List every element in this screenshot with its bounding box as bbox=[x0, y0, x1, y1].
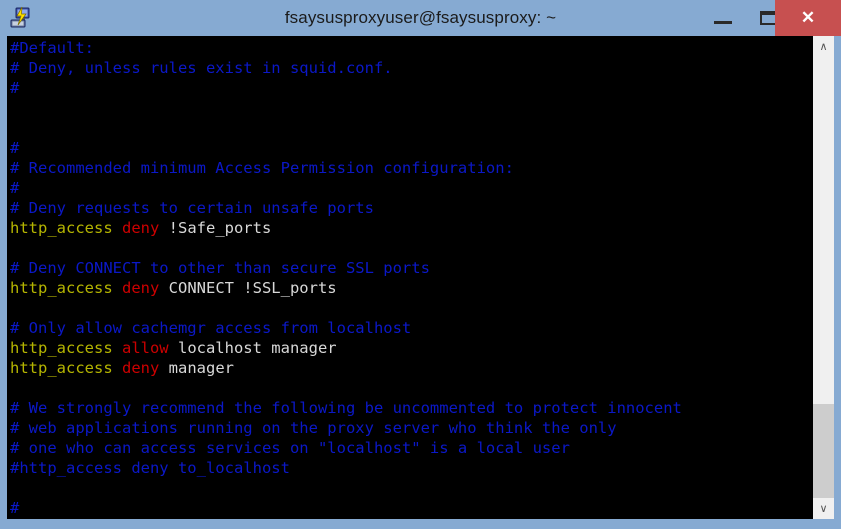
terminal-span: deny bbox=[121, 279, 169, 297]
terminal-span: # one who can access services on "localh… bbox=[10, 439, 570, 457]
terminal-line: # Deny requests to certain unsafe ports bbox=[10, 198, 810, 218]
terminal-span: http_access bbox=[10, 359, 122, 377]
terminal-span: # bbox=[10, 79, 20, 97]
terminal-span: manager bbox=[168, 359, 234, 377]
terminal-line: # web applications running on the proxy … bbox=[10, 418, 810, 438]
terminal-span: # Deny requests to certain unsafe ports bbox=[10, 199, 374, 217]
terminal-span: deny bbox=[121, 219, 169, 237]
terminal-line: # bbox=[10, 498, 810, 518]
terminal-span: # Deny CONNECT to other than secure SSL … bbox=[10, 259, 430, 277]
terminal-span: #Default: bbox=[10, 39, 94, 57]
scrollbar-track[interactable] bbox=[813, 57, 834, 498]
terminal-line: # Recommended minimum Access Permission … bbox=[10, 158, 810, 178]
terminal-line: # bbox=[10, 78, 810, 98]
terminal-window: fsaysusproxyuser@fsaysusproxy: ~ ✕ #Defa… bbox=[0, 0, 841, 529]
terminal-span: #http_access deny to_localhost bbox=[10, 459, 290, 477]
terminal-line: http_access deny manager bbox=[10, 358, 810, 378]
terminal-span: allow bbox=[121, 339, 178, 357]
terminal-span: CONNECT !SSL_ports bbox=[168, 279, 337, 297]
terminal-body: #Default: # Deny, unless rules exist in s… bbox=[7, 36, 834, 519]
scrollbar-thumb[interactable] bbox=[813, 404, 834, 498]
terminal-line: http_access deny CONNECT !SSL_ports bbox=[10, 278, 810, 298]
close-button[interactable]: ✕ bbox=[775, 0, 841, 36]
terminal-line: http_access allow localhost manager bbox=[10, 338, 810, 358]
terminal-line: # We strongly recommend the following be… bbox=[10, 398, 810, 418]
terminal-span: # web applications running on the proxy … bbox=[10, 419, 617, 437]
close-icon: ✕ bbox=[800, 8, 816, 27]
terminal-line: # bbox=[10, 178, 810, 198]
scroll-down-arrow-icon[interactable]: ∨ bbox=[813, 498, 834, 519]
terminal-span: # Deny, unless rules exist in squid.conf… bbox=[10, 59, 393, 77]
terminal-line: # bbox=[10, 138, 810, 158]
terminal-span: # Recommended minimum Access Permission … bbox=[10, 159, 514, 177]
terminal-span: # bbox=[10, 139, 20, 157]
title-bar[interactable]: fsaysusproxyuser@fsaysusproxy: ~ ✕ bbox=[0, 0, 841, 36]
terminal-span: !Safe_ports bbox=[168, 219, 272, 237]
terminal-span: # bbox=[10, 179, 20, 197]
terminal-span: # We strongly recommend the following be… bbox=[10, 399, 682, 417]
terminal-line: # Only allow cachemgr access from localh… bbox=[10, 318, 810, 338]
terminal-span: localhost manager bbox=[177, 339, 337, 357]
minimize-icon bbox=[714, 21, 732, 24]
scroll-up-arrow-icon[interactable]: ∧ bbox=[813, 36, 834, 57]
terminal-span: http_access bbox=[10, 219, 122, 237]
terminal-span: http_access bbox=[10, 339, 122, 357]
terminal-line: # Deny, unless rules exist in squid.conf… bbox=[10, 58, 810, 78]
terminal-line: #Default: bbox=[10, 38, 810, 58]
terminal-line: # one who can access services on "localh… bbox=[10, 438, 810, 458]
terminal-span: # bbox=[10, 499, 20, 517]
terminal-span: deny bbox=[121, 359, 169, 377]
terminal-span: # Only allow cachemgr access from localh… bbox=[10, 319, 412, 337]
terminal-span: http_access bbox=[10, 279, 122, 297]
terminal-line: http_access deny !Safe_ports bbox=[10, 218, 810, 238]
terminal-text: #Default: # Deny, unless rules exist in s… bbox=[10, 38, 810, 519]
terminal-line: /Safe_ports bbox=[10, 518, 810, 519]
terminal-screen[interactable]: #Default: # Deny, unless rules exist in s… bbox=[7, 36, 813, 519]
terminal-line: # Deny CONNECT to other than secure SSL … bbox=[10, 258, 810, 278]
terminal-line: #http_access deny to_localhost bbox=[10, 458, 810, 478]
minimize-button[interactable] bbox=[700, 0, 746, 36]
vertical-scrollbar[interactable]: ∧ ∨ bbox=[813, 36, 834, 519]
